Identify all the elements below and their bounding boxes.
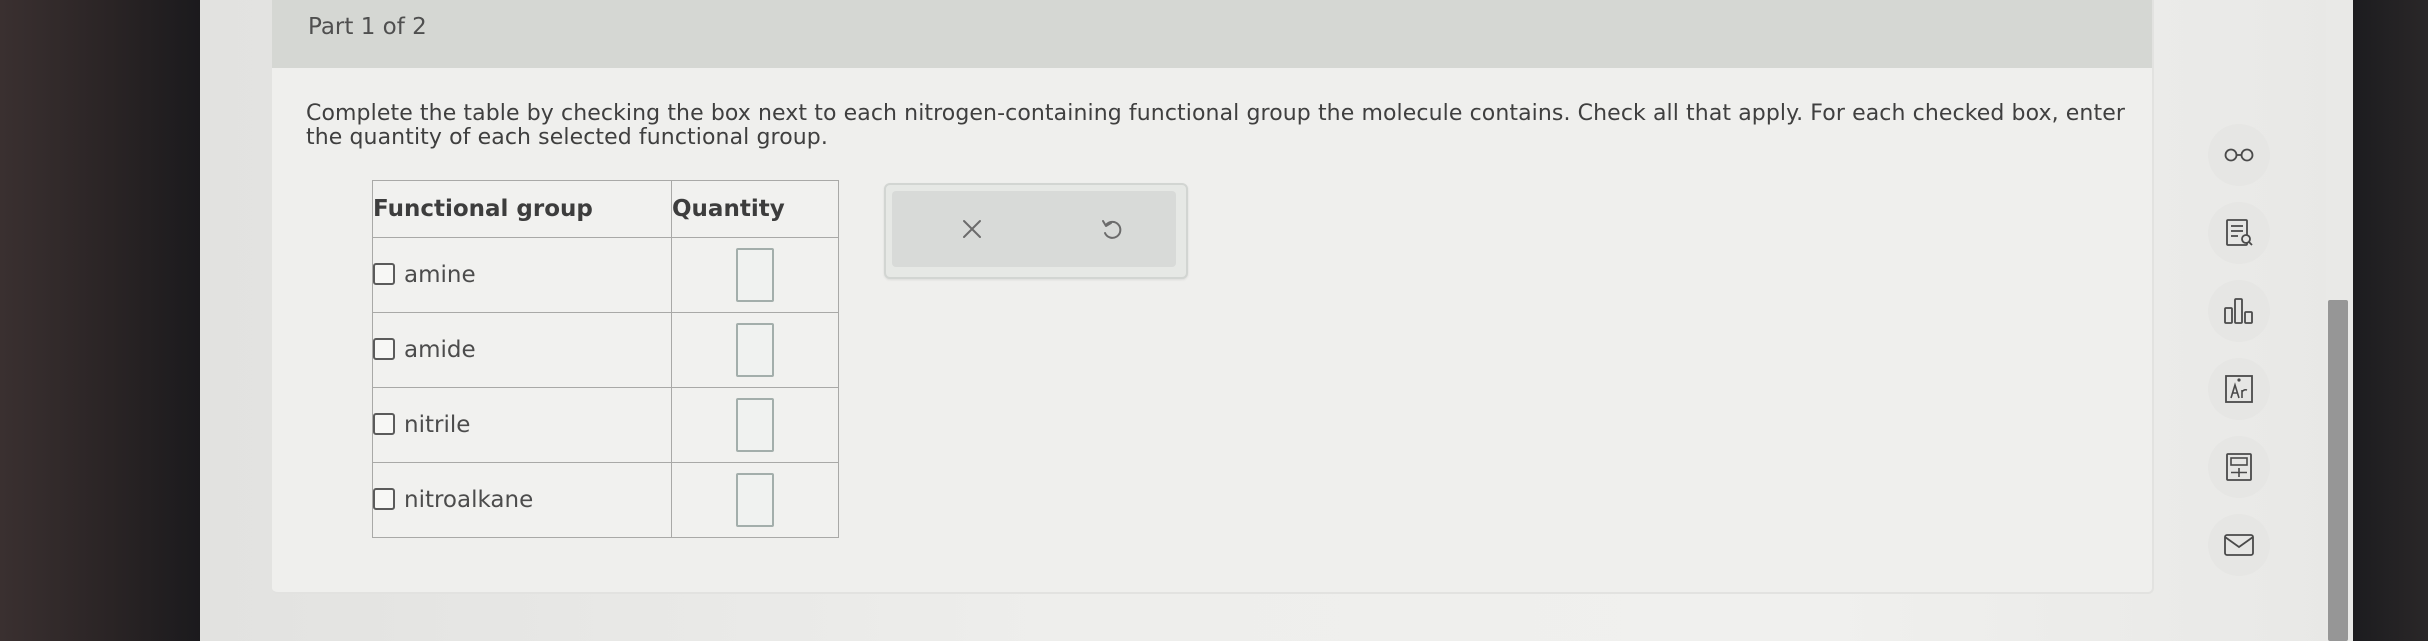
functional-group-cell: nitroalkane [372, 462, 672, 538]
amine-quantity-input[interactable] [736, 248, 774, 302]
table-row: amide [372, 312, 839, 388]
table-row: nitrile [372, 387, 839, 463]
screen: Part 1 of 2 Complete the table by checki… [200, 0, 2353, 641]
quantity-cell [671, 387, 839, 463]
notes-icon [2226, 219, 2253, 246]
nitroalkane-checkbox[interactable] [373, 488, 395, 510]
reading-tool-button[interactable] [2208, 124, 2270, 186]
answer-actions-inner [892, 191, 1176, 267]
calculator-button[interactable] [2208, 436, 2270, 498]
functional-group-cell: amine [372, 237, 672, 313]
column-header-quantity: Quantity [671, 180, 839, 238]
nitrile-quantity-input[interactable] [736, 398, 774, 452]
nitrile-label: nitrile [404, 412, 471, 438]
nitroalkane-quantity-input[interactable] [736, 473, 774, 527]
question-instructions: Complete the table by checking the box n… [306, 101, 2125, 150]
calculator-icon [2226, 453, 2252, 481]
side-toolbar [2208, 124, 2274, 592]
message-button[interactable] [2208, 514, 2270, 576]
right-bezel [2353, 0, 2428, 641]
amine-label: amine [404, 262, 476, 288]
notes-button[interactable] [2208, 202, 2270, 264]
amide-checkbox[interactable] [373, 338, 395, 360]
nitrile-checkbox[interactable] [373, 413, 395, 435]
answer-actions [884, 183, 1188, 279]
quantity-cell [671, 462, 839, 538]
functional-group-cell: nitrile [372, 387, 672, 463]
amide-quantity-input[interactable] [736, 323, 774, 377]
undo-icon [1102, 220, 1122, 239]
mail-icon [2224, 534, 2254, 556]
close-icon [963, 220, 981, 238]
part-header: Part 1 of 2 [272, 0, 2152, 68]
left-bezel [0, 0, 200, 641]
quantity-cell [671, 237, 839, 313]
functional-group-table: Functional group Quantity amine amide ni… [372, 180, 839, 538]
column-header-functional-group: Functional group [372, 180, 672, 238]
question-panel: Part 1 of 2 Complete the table by checki… [272, 0, 2154, 594]
bar-chart-icon [2224, 298, 2253, 324]
table-row: nitroalkane [372, 462, 839, 538]
scrollbar-thumb[interactable] [2328, 300, 2348, 641]
amine-checkbox[interactable] [373, 263, 395, 285]
nitroalkane-label: nitroalkane [404, 487, 534, 513]
periodic-table-icon [2225, 375, 2253, 403]
periodic-table-button[interactable] [2208, 358, 2270, 420]
amide-label: amide [404, 337, 476, 363]
table-row: amine [372, 237, 839, 313]
part-label: Part 1 of 2 [308, 14, 427, 40]
glasses-icon [2224, 148, 2254, 162]
quantity-cell [671, 312, 839, 388]
clear-button[interactable] [954, 211, 990, 247]
undo-button[interactable] [1094, 211, 1130, 247]
data-button[interactable] [2208, 280, 2270, 342]
functional-group-cell: amide [372, 312, 672, 388]
